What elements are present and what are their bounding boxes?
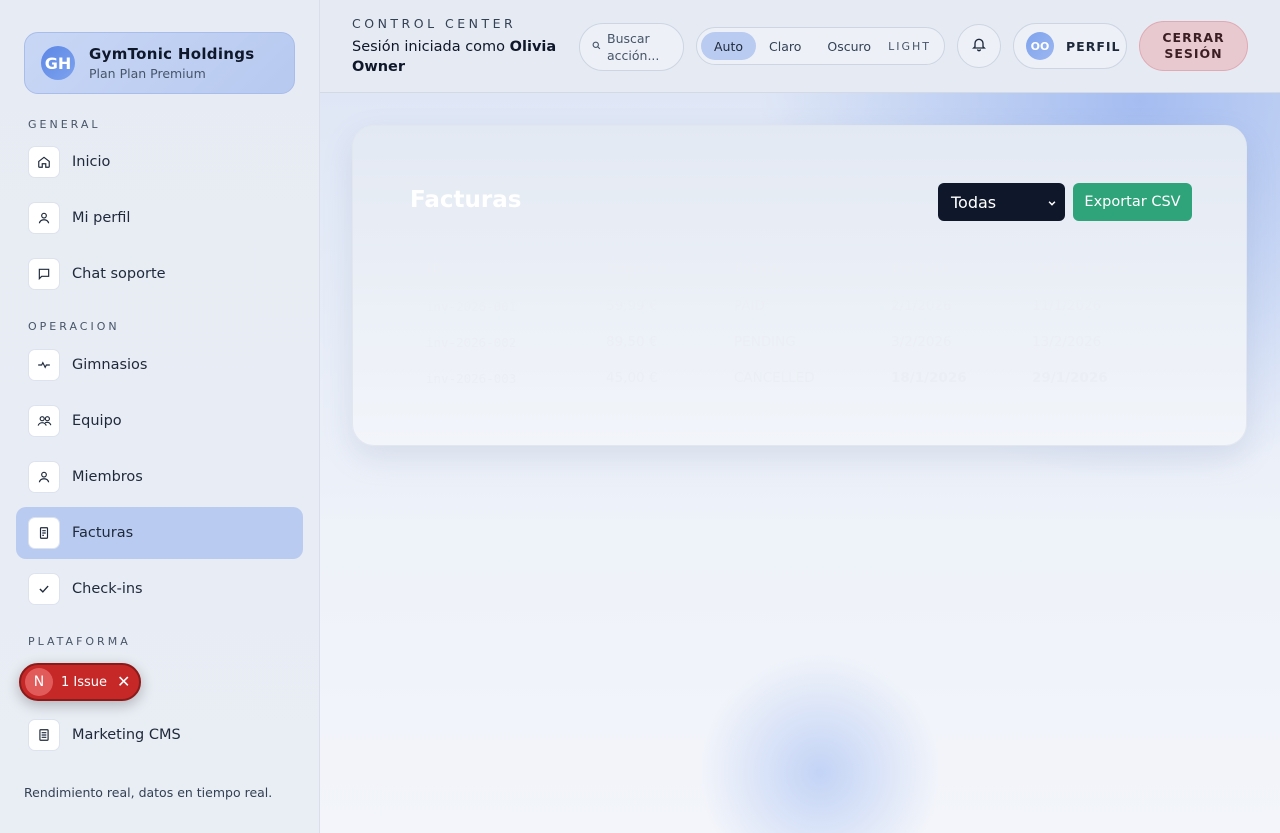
sidebar-item-miembros[interactable]: Miembros [16,451,303,503]
invoice-icon [28,517,60,549]
document-icon [28,719,60,751]
sidebar-item-label: Inicio [72,154,111,170]
issue-avatar: N [25,668,53,696]
sidebar-item-facturas[interactable]: Facturas [16,507,303,559]
invoice-due: 29/1/2026 [1032,370,1108,386]
page-title: Facturas [410,187,522,213]
export-csv-button[interactable]: Exportar CSV [1073,183,1192,221]
column-header-importe[interactable]: Importe [590,250,718,288]
invoice-amount: 59,99 € [606,298,658,314]
filter-selected-value: Todas [951,192,997,212]
search-input[interactable]: Buscar acción... [579,23,684,71]
home-icon [28,146,60,178]
invoice-id: inv-2026-002 [426,334,517,350]
sidebar-footer: Rendimiento real, datos en tiempo real. [24,785,273,800]
invoice-due: 11/1/2026 [1032,298,1102,314]
sidebar-item-equipo[interactable]: Equipo [16,395,303,447]
invoice-id: inv-2026-003 [426,370,517,386]
invoice-amount: 45,00 € [606,370,658,386]
theme-dark-button[interactable]: Oscuro [814,32,884,60]
user-icon [28,202,60,234]
table-row[interactable]: inv-2026-001 59,99 € PAID 2/1/2026 11/1/… [410,288,1192,324]
column-header-emitida[interactable]: Emitida [875,250,1016,288]
sidebar-item-label: Mi perfil [72,210,131,226]
brand-card[interactable]: GH GymTonic Holdings Plan Plan Premium [24,32,295,94]
chat-icon [28,258,60,290]
search-icon [592,41,601,53]
sidebar-item-marketing-cms[interactable]: Marketing CMS [16,709,303,761]
sidebar-item-check-ins[interactable]: Check-ins [16,563,303,615]
column-header-id[interactable]: ID [410,250,590,288]
session-prefix: Sesión iniciada como [352,39,506,55]
sidebar-item-inicio[interactable]: Inicio [16,136,303,188]
invoice-due: 13/2/2026 [1032,334,1102,350]
session-info: Sesión iniciada como Olivia Owner [352,37,567,77]
theme-auto-button[interactable]: Auto [701,32,757,60]
chevron-down-icon [1047,193,1057,212]
top-header: CONTROL CENTER Sesión iniciada como Oliv… [320,0,1280,93]
invoice-issued: 3/2/2026 [891,334,952,350]
invoices-table: ID Importe Estado Emitida Vencimiento in… [410,250,1192,396]
section-label-operacion: OPERACION [28,320,120,333]
check-icon [28,573,60,605]
issue-badge[interactable]: N 1 Issue ✕ [19,663,141,701]
sidebar-item-label: Miembros [72,469,143,485]
invoices-card: Facturas Todas Exportar CSV ID Importe E… [352,125,1247,446]
sidebar-item-mi-perfil[interactable]: Mi perfil [16,192,303,244]
section-label-general: GENERAL [28,118,101,131]
invoice-amount: 89,50 € [606,334,658,350]
sidebar: GH GymTonic Holdings Plan Plan Premium G… [0,0,320,833]
column-header-estado[interactable]: Estado [718,250,875,288]
theme-state-label: LIGHT [888,39,931,53]
control-center-label: CONTROL CENTER [352,16,517,31]
invoice-issued: 2/1/2026 [891,298,952,314]
sidebar-item-label: Chat soporte [72,266,166,282]
sidebar-item-label: Check-ins [72,581,143,597]
activity-icon [28,349,60,381]
main-content: Facturas Todas Exportar CSV ID Importe E… [320,93,1280,833]
status-filter-select[interactable]: Todas [938,183,1065,221]
invoice-status: PENDING [734,334,796,350]
profile-label: PERFIL [1066,38,1121,54]
invoice-status: CANCELLED [734,370,815,386]
table-row[interactable]: inv-2026-002 89,50 € PENDING 3/2/2026 13… [410,324,1192,360]
table-header-row: ID Importe Estado Emitida Vencimiento [410,250,1192,288]
column-header-vencimiento[interactable]: Vencimiento [1016,250,1192,288]
close-icon[interactable]: ✕ [117,674,130,690]
table-row[interactable]: inv-2026-003 45,00 € CANCELLED 18/1/2026… [410,360,1192,396]
notifications-button[interactable] [957,24,1001,68]
avatar: OO [1026,32,1054,60]
invoice-issued: 18/1/2026 [891,370,967,386]
invoice-id: inv-2026-001 [426,298,517,314]
brand-name: GymTonic Holdings [89,45,255,63]
theme-light-button[interactable]: Claro [756,32,814,60]
sidebar-item-label: Facturas [72,525,134,541]
sidebar-item-label: Equipo [72,413,122,429]
sidebar-item-chat-soporte[interactable]: Chat soporte [16,248,303,300]
issue-label: 1 Issue [61,674,108,690]
theme-switcher: Auto Claro Oscuro LIGHT [696,27,945,65]
brand-avatar: GH [41,46,75,80]
sidebar-item-label: Marketing CMS [72,727,181,743]
sidebar-item-gimnasios[interactable]: Gimnasios [16,339,303,391]
bell-icon [971,36,987,56]
logout-button[interactable]: CERRAR SESIÓN [1139,21,1248,71]
search-placeholder: Buscar acción... [607,31,660,63]
users-icon [28,405,60,437]
section-label-plataforma: PLATAFORMA [28,635,131,648]
brand-plan: Plan Plan Premium [89,66,206,81]
invoice-status: PAID [734,298,765,314]
profile-button[interactable]: OO PERFIL [1013,23,1127,69]
sidebar-item-label: Gimnasios [72,357,148,373]
user-icon [28,461,60,493]
